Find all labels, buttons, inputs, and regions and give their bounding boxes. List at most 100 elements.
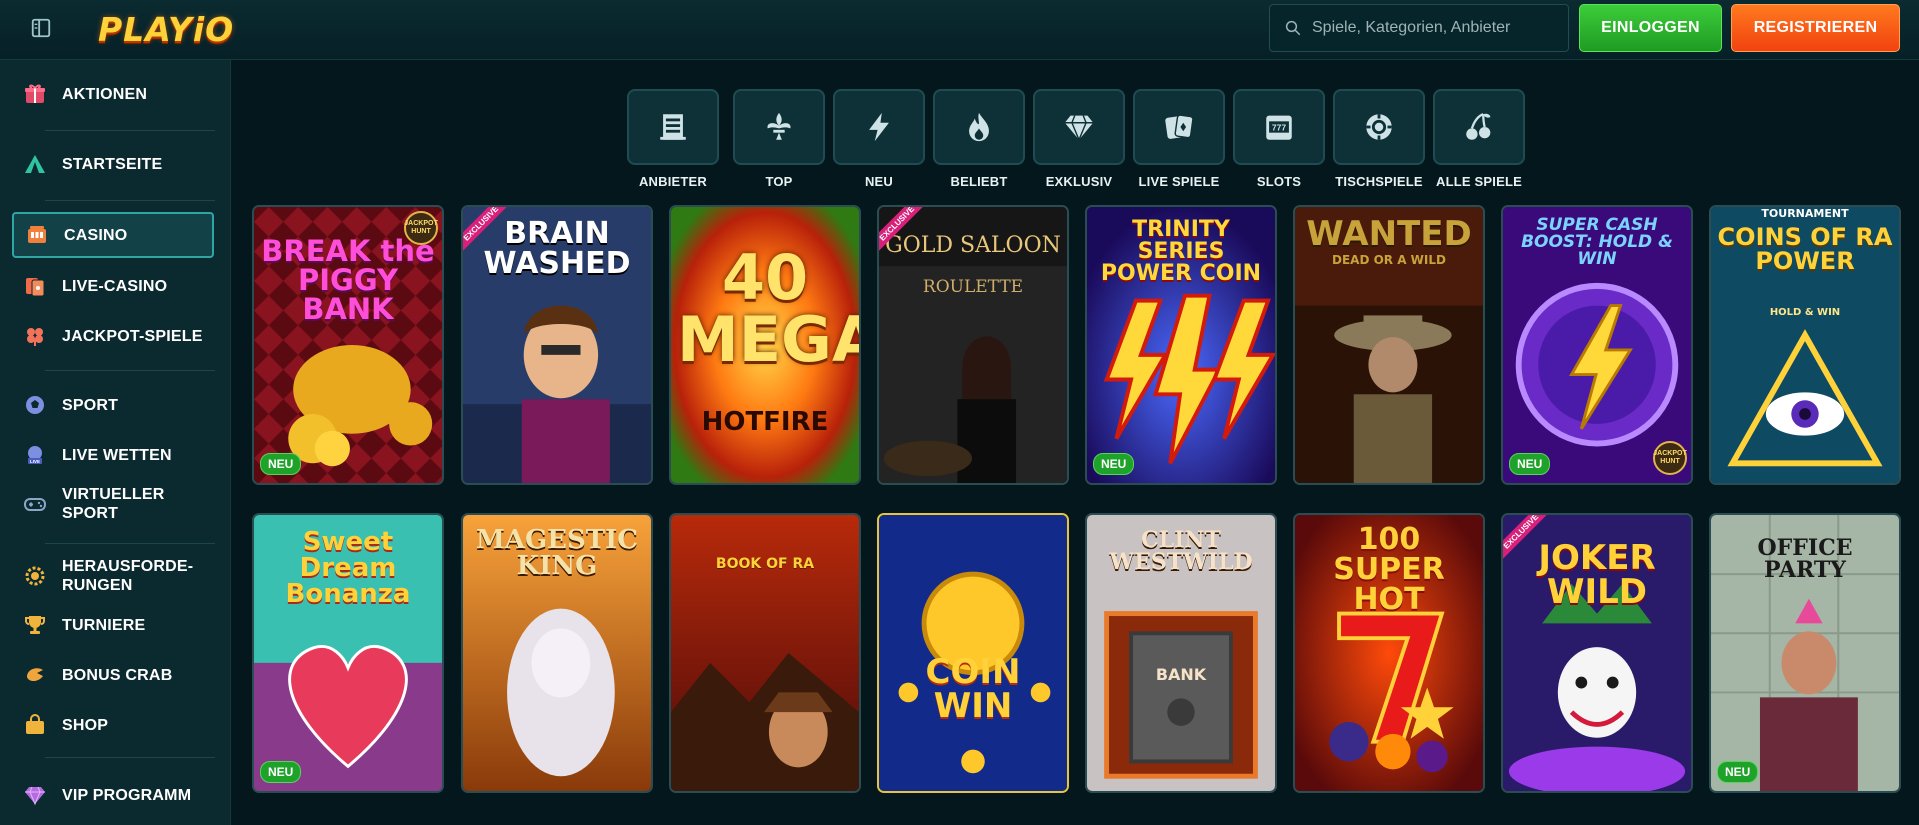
sidebar-item-sport[interactable]: SPORT bbox=[12, 388, 214, 422]
game-subtitle: HOTFIRE bbox=[701, 407, 829, 437]
game-tile-100-super-hot[interactable]: 100 SUPER HOT bbox=[1293, 513, 1485, 793]
clover-icon bbox=[22, 323, 48, 349]
fleur-icon bbox=[767, 112, 791, 140]
playio-logo[interactable]: PLAYiO bbox=[98, 7, 234, 51]
category-top[interactable]: TOP bbox=[733, 89, 825, 189]
tournament-label: TOURNAMENT bbox=[1761, 207, 1849, 220]
category-live-spiele[interactable]: LIVE SPIELE bbox=[1133, 89, 1225, 189]
sidebar-item-label: VIRTUELLER SPORT bbox=[62, 486, 165, 522]
sidebar-item-label: VIP PROGRAMM bbox=[62, 786, 192, 804]
game-title: CLINT WESTWILD bbox=[1109, 527, 1253, 575]
search-box[interactable] bbox=[1269, 4, 1569, 52]
sidebar-item-jackpot-spiele[interactable]: JACKPOT-SPIELE bbox=[12, 319, 214, 353]
casino-icon bbox=[24, 222, 50, 248]
live-tv-icon: LIVE bbox=[22, 442, 48, 468]
category-anbieter[interactable]: ANBIETER bbox=[627, 89, 719, 189]
game-title: JOKER WILD bbox=[1538, 538, 1656, 612]
category-alle-spiele[interactable]: ALLE SPIELE bbox=[1433, 89, 1525, 189]
soccer-ball-icon bbox=[22, 392, 48, 418]
sidebar-item-label: CASINO bbox=[64, 226, 128, 244]
sidebar-item-virtueller-sport[interactable]: VIRTUELLER SPORT bbox=[12, 482, 214, 526]
sidebar-item-casino[interactable]: CASINO bbox=[12, 212, 214, 258]
chip-icon bbox=[1366, 114, 1392, 140]
game-tile-40-mega-hotfire[interactable]: 40 MEGA HOTFIRE bbox=[669, 205, 861, 485]
game-tile-sweet-dream-bonanza[interactable]: Sweet Dream Bonanza NEU bbox=[252, 513, 444, 793]
game-tile-clint-westwild[interactable]: CLINT WESTWILD BANK bbox=[1085, 513, 1277, 793]
sidebar-item-startseite[interactable]: STARTSEITE bbox=[12, 147, 214, 181]
sidebar-item-live-casino[interactable]: LIVE-CASINO bbox=[12, 269, 214, 303]
game-tile-joker-wild[interactable]: JOKER WILD EXCLUSIVE bbox=[1501, 513, 1693, 793]
game-tile-gold-saloon-roulette[interactable]: GOLD SALOON ROULETTE EXCLUSIVE bbox=[877, 205, 1069, 485]
sidebar-item-bonus-crab[interactable]: BONUS CRAB bbox=[12, 658, 214, 692]
slot-machine-icon: 777 bbox=[1266, 115, 1292, 140]
sidebar-item-aktionen[interactable]: AKTIONEN bbox=[12, 77, 214, 111]
game-title: COIN WIN bbox=[925, 652, 1021, 726]
sidebar-divider bbox=[45, 543, 215, 544]
game-tile-office-party[interactable]: OFFICE PARTY NEU bbox=[1709, 513, 1901, 793]
sidebar-item-label: STARTSEITE bbox=[62, 155, 163, 173]
game-tile-wanted-dead-or-a-wild[interactable]: WANTED DEAD OR A WILD bbox=[1293, 205, 1485, 485]
game-tile-coins-of-ra-power[interactable]: TOURNAMENT COINS OF RA POWER HOLD & WIN bbox=[1709, 205, 1901, 485]
crab-claw-icon bbox=[22, 662, 48, 688]
game-tile-coin-win[interactable]: COIN WIN bbox=[877, 513, 1069, 793]
category-beliebt[interactable]: BELIEBT bbox=[933, 89, 1025, 189]
game-title: 40 MEGA bbox=[677, 241, 861, 376]
provider-icon bbox=[660, 114, 686, 140]
game-tile-magestic-king[interactable]: MAGESTIC KING bbox=[461, 513, 653, 793]
game-tile-power-coin[interactable]: TRINITY SERIES POWER COIN NEU bbox=[1085, 205, 1277, 485]
category-neu[interactable]: NEU bbox=[833, 89, 925, 189]
sidebar-item-label: LIVE WETTEN bbox=[62, 446, 172, 464]
sidebar-item-live-wetten[interactable]: LIVE LIVE WETTEN bbox=[12, 438, 214, 472]
cards-icon bbox=[1165, 114, 1194, 139]
sidebar-item-vip-programm[interactable]: VIP PROGRAMM bbox=[12, 778, 214, 812]
game-title: 100 SUPER HOT bbox=[1333, 522, 1445, 617]
sidebar-item-shop[interactable]: SHOP bbox=[12, 708, 214, 742]
flame-icon bbox=[969, 112, 989, 142]
category-label: ANBIETER bbox=[638, 174, 708, 189]
sidebar-item-label: TURNIERE bbox=[62, 616, 146, 634]
category-label: EXKLUSIV bbox=[1045, 174, 1113, 189]
sidebar-item-label: AKTIONEN bbox=[62, 85, 148, 103]
game-title: SUPER CASH BOOST: HOLD & WIN bbox=[1521, 215, 1673, 269]
register-button[interactable]: REGISTRIEREN bbox=[1731, 4, 1900, 52]
new-badge: NEU bbox=[260, 453, 302, 475]
game-tile-brain-washed[interactable]: BRAIN WASHED EXCLUSIVE bbox=[461, 205, 653, 485]
search-input[interactable] bbox=[1312, 19, 1552, 37]
category-slots[interactable]: 777 SLOTS bbox=[1233, 89, 1325, 189]
game-tile-break-the-piggy-bank[interactable]: BREAK the PIGGY BANK JACKPOT HUNT NEU bbox=[252, 205, 444, 485]
tent-icon bbox=[22, 151, 48, 177]
category-tischspiele[interactable]: TISCHSPIELE bbox=[1333, 89, 1425, 189]
svg-text:777: 777 bbox=[1272, 123, 1286, 133]
jackpot-hunt-badge: JACKPOT HUNT bbox=[404, 211, 438, 245]
game-tile-book-of-ra[interactable]: BOOK OF RA bbox=[669, 513, 861, 793]
game-tile-super-cash-boost[interactable]: SUPER CASH BOOST: HOLD & WIN JACKPOT HUN… bbox=[1501, 205, 1693, 485]
category-label: SLOTS bbox=[1256, 174, 1302, 189]
category-label: BELIEBT bbox=[950, 174, 1008, 189]
sidebar-toggle-button[interactable] bbox=[26, 14, 56, 42]
search-icon bbox=[1285, 20, 1301, 36]
category-exklusiv[interactable]: EXKLUSIV bbox=[1033, 89, 1125, 189]
lightning-icon bbox=[869, 112, 889, 142]
sidebar-item-label: SHOP bbox=[62, 716, 109, 734]
category-label: TOP bbox=[765, 174, 793, 189]
sidebar: AKTIONEN STARTSEITE CASINO LIVE-CASINO J… bbox=[0, 60, 231, 825]
cards-icon bbox=[22, 273, 48, 299]
game-subtitle: DEAD OR A WILD bbox=[1332, 253, 1446, 267]
game-title: BRAIN WASHED bbox=[483, 216, 631, 281]
game-title: COINS OF RA POWER bbox=[1717, 223, 1893, 275]
login-button[interactable]: EINLOGGEN bbox=[1579, 4, 1722, 52]
category-label: ALLE SPIELE bbox=[1436, 174, 1522, 189]
gift-icon bbox=[22, 81, 48, 107]
cherries-icon bbox=[1466, 113, 1491, 140]
sidebar-item-label: BONUS CRAB bbox=[62, 666, 173, 684]
game-subtitle: HOLD & WIN bbox=[1769, 307, 1841, 318]
sidebar-item-herausforderungen[interactable]: HERAUSFORDE-RUNGEN bbox=[12, 554, 214, 598]
gamepad-icon bbox=[22, 491, 48, 517]
category-label: TISCHSPIELE bbox=[1335, 174, 1423, 189]
game-title: OFFICE PARTY bbox=[1757, 535, 1853, 583]
game-title: GOLD SALOON bbox=[885, 233, 1061, 258]
sidebar-item-label: HERAUSFORDE-RUNGEN bbox=[62, 558, 194, 594]
sidebar-item-turniere[interactable]: TURNIERE bbox=[12, 608, 214, 642]
game-title: TRINITY SERIES POWER COIN bbox=[1100, 217, 1262, 286]
sidebar-divider bbox=[45, 200, 215, 201]
